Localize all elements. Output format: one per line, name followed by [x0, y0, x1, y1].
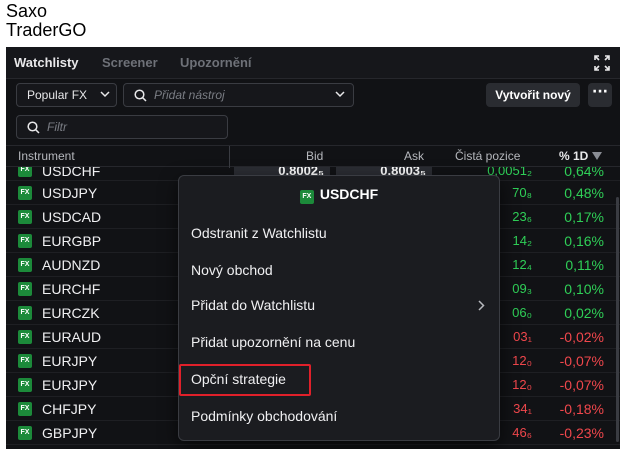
more-options-button[interactable]: ···	[588, 83, 612, 107]
fx-badge: FX	[18, 186, 32, 200]
net-position: 34₁	[513, 401, 532, 416]
instrument-symbol: AUDNZD	[42, 257, 101, 273]
col-instrument[interactable]: Instrument	[18, 149, 75, 163]
instrument-symbol: EURGBP	[42, 233, 102, 249]
app-title-line2: TraderGO	[6, 20, 87, 40]
pct-change: 0,17%	[564, 209, 604, 225]
fx-badge: FX	[18, 354, 32, 368]
fx-badge: FX	[18, 167, 32, 177]
app-title: Saxo TraderGO	[6, 2, 86, 40]
menu-item-remove[interactable]: Odstranit z Watchlistu	[191, 225, 327, 241]
net-position: 09₃	[512, 281, 532, 296]
pct-change: 0,02%	[564, 305, 604, 321]
search-icon	[27, 121, 40, 134]
scrollbar[interactable]	[616, 197, 619, 442]
instrument-symbol: EURAUD	[42, 329, 102, 345]
col-net-position[interactable]: Čistá pozice	[455, 149, 520, 163]
watchlist-select[interactable]: Popular FX	[16, 83, 117, 107]
column-divider	[229, 146, 230, 168]
fx-badge: FX	[18, 330, 32, 344]
expand-icon[interactable]	[594, 55, 610, 71]
tab-watchlisty[interactable]: Watchlisty	[14, 55, 79, 70]
add-instrument-search[interactable]: Přidat nástroj	[123, 83, 354, 107]
instrument-symbol: CHFJPY	[42, 401, 97, 417]
net-position: 06₀	[512, 305, 532, 320]
table-header: Instrument Bid Ask Čistá pozice % 1D	[6, 145, 620, 168]
instrument-symbol: EURCHF	[42, 281, 101, 297]
chevron-down-icon	[100, 91, 110, 98]
pct-change: 0,10%	[564, 281, 604, 297]
watchlist-select-label: Popular FX	[27, 88, 88, 102]
menu-item-new-trade[interactable]: Nový obchod	[191, 262, 273, 278]
instrument-symbol: EURCZK	[42, 305, 100, 321]
pct-change: -0,18%	[559, 401, 604, 417]
pct-change: -0,23%	[559, 425, 604, 441]
net-position: 12₄	[512, 257, 532, 272]
chevron-down-icon	[335, 91, 345, 98]
pct-change: -0,07%	[559, 353, 604, 369]
net-position: 14₂	[512, 233, 532, 248]
context-menu-header: FX USDCHF	[179, 186, 499, 204]
instrument-symbol: USDCHF	[42, 167, 101, 179]
filter-input[interactable]: Filtr	[16, 115, 228, 139]
fx-badge: FX	[18, 234, 32, 248]
instrument-symbol: USDCAD	[42, 209, 102, 225]
context-menu: FX USDCHF Odstranit z Watchlistu Nový obc…	[178, 175, 500, 441]
tab-screener[interactable]: Screener	[102, 55, 158, 70]
fx-badge: FX	[18, 426, 32, 440]
sort-desc-icon	[592, 152, 603, 160]
col-pct-1d-label: % 1D	[559, 149, 589, 163]
instrument-symbol: USDJPY	[42, 185, 98, 201]
net-position: 70₈	[512, 185, 532, 200]
fx-badge: FX	[18, 210, 32, 224]
col-bid[interactable]: Bid	[306, 149, 323, 163]
col-pct-1d[interactable]: % 1D	[559, 149, 603, 163]
pct-change: 0,64%	[564, 167, 604, 179]
fx-badge: FX	[18, 306, 32, 320]
create-new-button[interactable]: Vytvořit nový	[486, 83, 580, 107]
fx-badge: FX	[18, 402, 32, 416]
tab-bar: Watchlisty Screener Upozornění	[6, 47, 620, 79]
menu-item-price-alert[interactable]: Přidat upozornění na cenu	[191, 334, 355, 350]
instrument-symbol: EURJPY	[42, 377, 98, 393]
add-instrument-placeholder: Přidat nástroj	[154, 88, 225, 102]
fx-badge: FX	[299, 190, 314, 204]
net-position: 12₀	[512, 377, 532, 392]
net-position: 46₆	[512, 425, 532, 440]
chevron-right-icon	[478, 300, 485, 311]
fx-badge: FX	[18, 258, 32, 272]
net-position: 23₆	[512, 209, 532, 224]
app-title-line1: Saxo	[6, 1, 48, 21]
menu-item-trading-conditions[interactable]: Podmínky obchodování	[191, 408, 337, 424]
fx-badge: FX	[18, 378, 32, 392]
search-icon	[134, 89, 147, 102]
net-position: 03₁	[513, 329, 532, 344]
pct-change: 0,16%	[564, 233, 604, 249]
context-menu-title: USDCHF	[319, 186, 379, 202]
pct-change: -0,07%	[559, 377, 604, 393]
fx-badge: FX	[18, 282, 32, 296]
pct-change: 0,48%	[564, 185, 604, 201]
instrument-symbol: EURJPY	[42, 353, 98, 369]
tab-upozorneni[interactable]: Upozornění	[180, 55, 252, 70]
instrument-symbol: GBPJPY	[42, 425, 98, 441]
filter-placeholder: Filtr	[47, 120, 67, 134]
pct-change: -0,02%	[559, 329, 604, 345]
menu-item-add-to-watchlist[interactable]: Přidat do Watchlistu	[191, 297, 315, 313]
net-position: 12₀	[512, 353, 532, 368]
highlight-box	[179, 364, 311, 396]
pct-change: 0,11%	[565, 257, 604, 273]
col-ask[interactable]: Ask	[404, 149, 424, 163]
